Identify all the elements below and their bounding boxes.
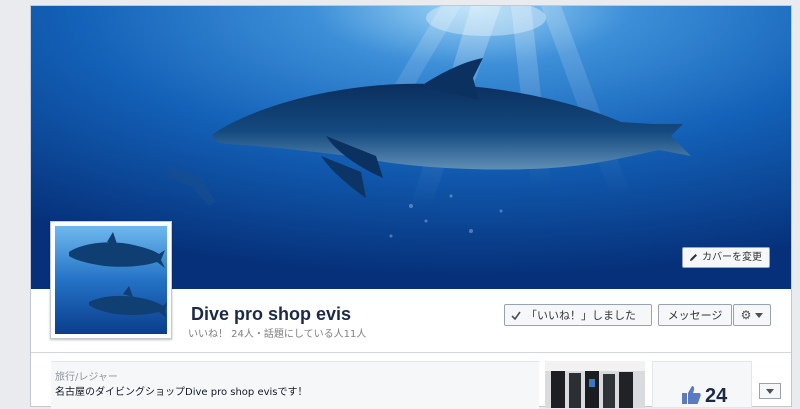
profile-picture-image — [55, 226, 167, 334]
message-button[interactable]: メッセージ — [658, 304, 732, 326]
message-label: メッセージ — [667, 309, 723, 322]
thumbs-up-icon — [682, 386, 701, 404]
chevron-down-icon — [755, 312, 764, 318]
chevron-down-icon — [766, 388, 774, 394]
checkmark-icon — [511, 311, 521, 320]
page-description: 名古屋のダイビングショップDive pro shop evisです！ — [55, 387, 308, 398]
about-section: 旅行/レジャー 名古屋のダイビングショップDive pro shop evisで… — [51, 361, 539, 409]
profile-picture[interactable] — [50, 221, 172, 339]
liked-button[interactable]: 「いいね！」しました — [504, 304, 652, 326]
likes-box[interactable]: 24 — [652, 361, 752, 408]
page-category[interactable]: 旅行/レジャー — [55, 368, 118, 383]
page-stats: いいね！ 24人・話題にしている人11人 — [188, 329, 367, 340]
photos-thumbnail[interactable] — [545, 361, 645, 408]
photos-thumbnail-image — [545, 361, 645, 408]
more-dropdown-button[interactable] — [759, 383, 781, 399]
change-cover-label: カバーを変更 — [702, 252, 762, 263]
page-header-card: カバーを変更 Dive pro shop evis いいね！ 24人・話題にして… — [30, 5, 792, 409]
gear-icon: ⚙ — [740, 308, 752, 322]
header-divider — [31, 352, 791, 353]
pencil-icon — [690, 254, 697, 261]
page-title[interactable]: Dive pro shop evis — [191, 304, 351, 325]
settings-dropdown-button[interactable]: ⚙ — [733, 304, 771, 326]
liked-label: 「いいね！」しました — [526, 309, 636, 322]
like-count: 24 — [705, 385, 728, 407]
change-cover-button[interactable]: カバーを変更 — [682, 247, 770, 268]
